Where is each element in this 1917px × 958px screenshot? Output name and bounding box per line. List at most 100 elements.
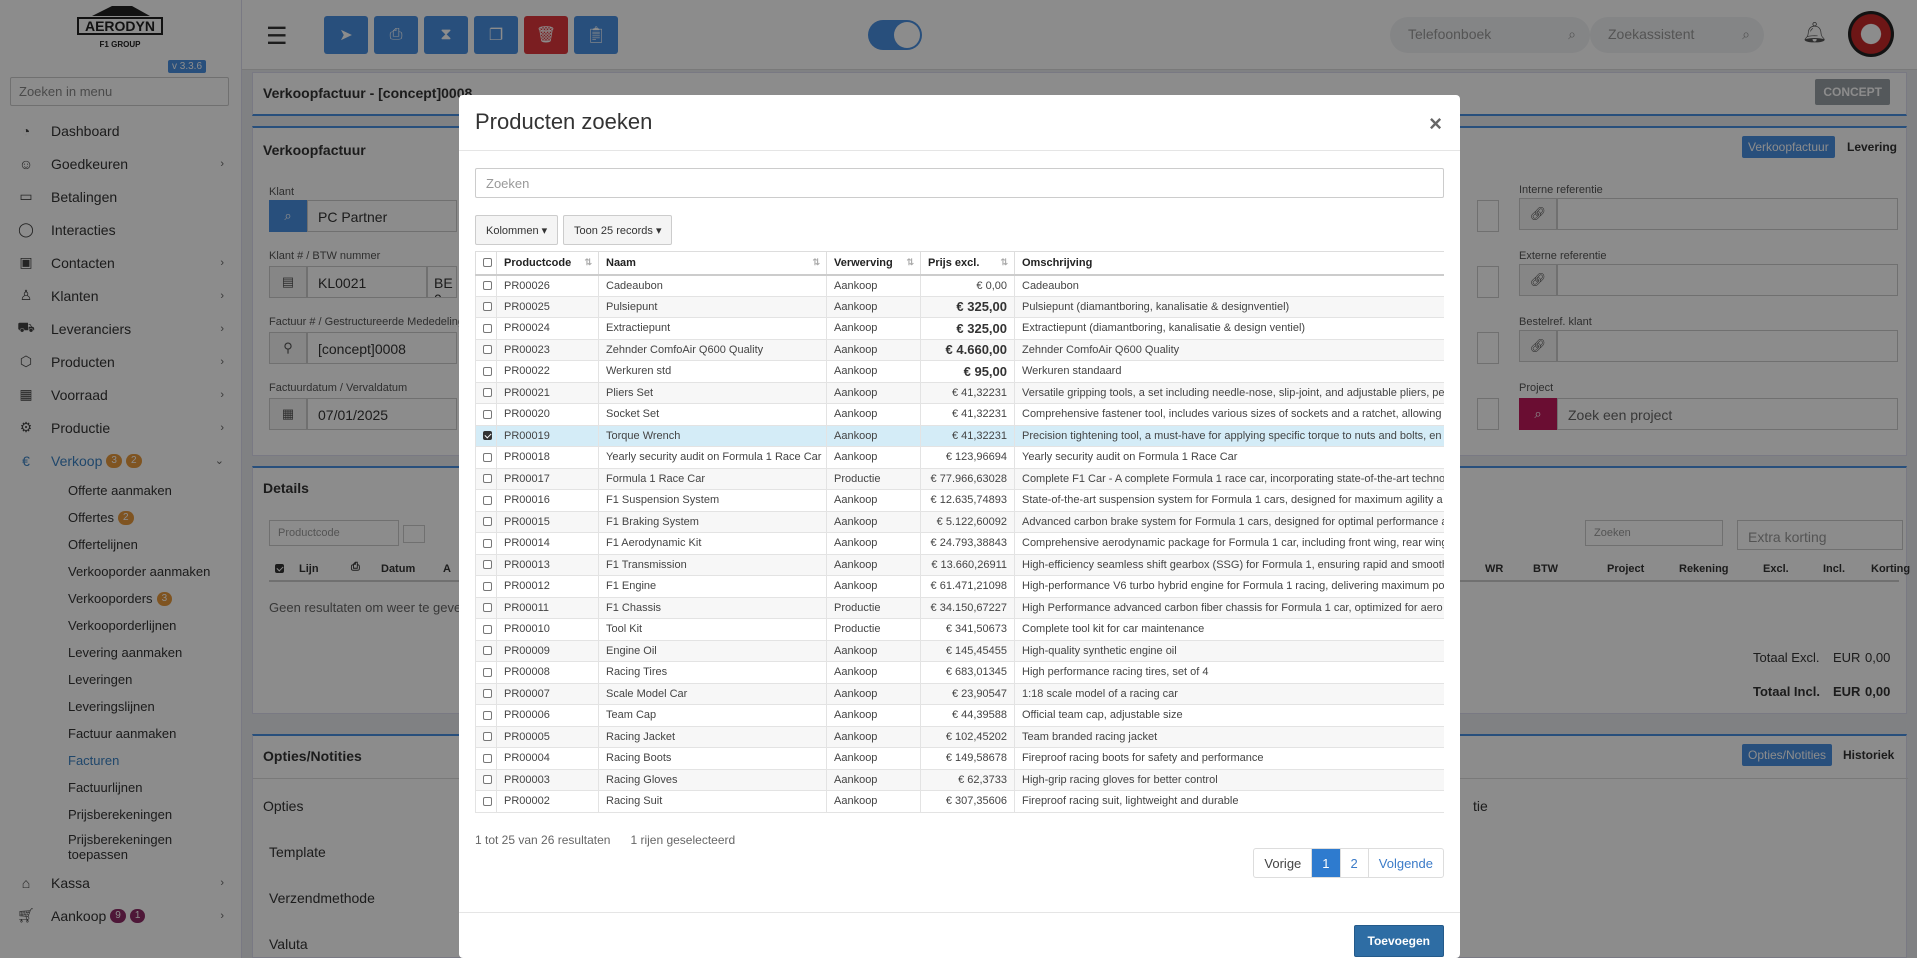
row-select-cell[interactable]	[475, 618, 497, 641]
row-select-cell[interactable]	[475, 489, 497, 512]
row-checkbox[interactable]	[483, 323, 492, 333]
table-row[interactable]: PR00022 Werkuren std Aankoop € 95,00 Werkure…	[475, 360, 1444, 383]
cell-verwerving: Aankoop	[826, 747, 921, 770]
row-checkbox[interactable]	[483, 689, 492, 699]
table-row[interactable]: PR00024 Extractiepunt Aankoop € 325,00 Extra…	[475, 317, 1444, 340]
row-checkbox[interactable]	[483, 452, 492, 462]
row-select-cell[interactable]	[475, 553, 497, 576]
select-all-checkbox[interactable]	[483, 258, 492, 268]
table-row[interactable]: PR00012 F1 Engine Aankoop € 61.471,21098 Hig…	[475, 575, 1444, 598]
row-checkbox[interactable]	[483, 495, 492, 505]
cell-productcode: PR00014	[496, 532, 599, 555]
table-row[interactable]: PR00002 Racing Suit Aankoop € 307,35606 Fire…	[475, 790, 1444, 813]
row-select-cell[interactable]	[475, 295, 497, 318]
cell-omschrijving: High-grip racing gloves for better contr…	[1014, 768, 1444, 791]
table-row[interactable]: PR00019 Torque Wrench Aankoop € 41,32231 Pre…	[475, 424, 1444, 447]
columns-dropdown[interactable]: Kolommen ▾	[475, 215, 559, 245]
row-checkbox[interactable]	[483, 345, 492, 355]
row-checkbox[interactable]	[483, 646, 492, 656]
table-row[interactable]: PR00018 Yearly security audit on Formula …	[475, 446, 1444, 469]
row-checkbox[interactable]	[483, 603, 492, 613]
table-row[interactable]: PR00005 Racing Jacket Aankoop € 102,45202 Te…	[475, 725, 1444, 748]
row-checkbox[interactable]	[483, 775, 492, 785]
row-checkbox[interactable]	[483, 710, 492, 720]
table-row[interactable]: PR00003 Racing Gloves Aankoop € 62,3733 High…	[475, 768, 1444, 791]
table-row[interactable]: PR00014 F1 Aerodynamic Kit Aankoop € 24.793…	[475, 532, 1444, 555]
row-select-cell[interactable]	[475, 403, 497, 426]
row-checkbox[interactable]	[483, 581, 492, 591]
row-checkbox[interactable]	[483, 753, 492, 763]
table-row[interactable]: PR00021 Pliers Set Aankoop € 41,32231 Versat…	[475, 381, 1444, 404]
row-checkbox[interactable]	[483, 732, 492, 742]
cell-verwerving: Aankoop	[826, 704, 921, 727]
row-select-cell[interactable]	[475, 510, 497, 533]
table-row[interactable]: PR00023 Zehnder ComfoAir Q600 Quality Aank…	[475, 338, 1444, 361]
col-omschrijving[interactable]: Omschrijving	[1014, 251, 1444, 276]
row-checkbox[interactable]	[483, 538, 492, 548]
pager-page-1[interactable]: 1	[1311, 849, 1340, 877]
row-select-cell[interactable]	[475, 575, 497, 598]
pager-prev[interactable]: Vorige	[1254, 849, 1311, 877]
table-row[interactable]: PR00025 Pulsiepunt Aankoop € 325,00 Pulsiepu…	[475, 295, 1444, 318]
product-search-input[interactable]: Zoeken	[475, 168, 1444, 198]
table-row[interactable]: PR00008 Racing Tires Aankoop € 683,01345 Hig…	[475, 661, 1444, 684]
row-select-cell[interactable]	[475, 424, 497, 447]
row-checkbox[interactable]	[483, 302, 492, 312]
row-checkbox[interactable]	[483, 560, 492, 570]
pager-next[interactable]: Volgende	[1367, 849, 1443, 877]
row-select-cell[interactable]	[475, 768, 497, 791]
table-row[interactable]: PR00010 Tool Kit Productie € 341,50673 Compl…	[475, 618, 1444, 641]
row-select-cell[interactable]	[475, 790, 497, 813]
cell-verwerving: Aankoop	[826, 768, 921, 791]
col-prijs-excl[interactable]: Prijs excl. ⇅	[920, 251, 1015, 276]
row-select-cell[interactable]	[475, 381, 497, 404]
close-icon[interactable]: ×	[1429, 111, 1442, 137]
row-checkbox[interactable]	[483, 517, 492, 527]
row-checkbox[interactable]	[483, 474, 492, 484]
row-checkbox[interactable]	[483, 624, 492, 634]
products-table-wrapper[interactable]: Productcode ⇅ Naam ⇅ Verwerving ⇅ Prijs exc…	[475, 251, 1444, 817]
table-row[interactable]: PR00017 Formula 1 Race Car Productie € 77.9…	[475, 467, 1444, 490]
table-row[interactable]: PR00020 Socket Set Aankoop € 41,32231 Compre…	[475, 403, 1444, 426]
row-select-cell[interactable]	[475, 639, 497, 662]
row-checkbox[interactable]	[483, 431, 492, 441]
cell-naam: Cadeaubon	[598, 274, 827, 297]
row-select-cell[interactable]	[475, 338, 497, 361]
table-row[interactable]: PR00006 Team Cap Aankoop € 44,39588 Official…	[475, 704, 1444, 727]
row-select-cell[interactable]	[475, 704, 497, 727]
pager-page-2[interactable]: 2	[1339, 849, 1368, 877]
cell-omschrijving: Advanced carbon brake system for Formula…	[1014, 510, 1444, 533]
row-select-cell[interactable]	[475, 317, 497, 340]
col-productcode[interactable]: Productcode ⇅	[496, 251, 599, 276]
row-checkbox[interactable]	[483, 388, 492, 398]
table-row[interactable]: PR00009 Engine Oil Aankoop € 145,45455 High-…	[475, 639, 1444, 662]
table-row[interactable]: PR00015 F1 Braking System Aankoop € 5.122,6…	[475, 510, 1444, 533]
select-all-cell[interactable]	[475, 251, 497, 276]
table-row[interactable]: PR00026 Cadeaubon Aankoop € 0,00 Cadeaubon	[475, 274, 1444, 297]
row-checkbox[interactable]	[483, 409, 492, 419]
row-select-cell[interactable]	[475, 747, 497, 770]
table-row[interactable]: PR00004 Racing Boots Aankoop € 149,58678 Fir…	[475, 747, 1444, 770]
row-checkbox[interactable]	[483, 667, 492, 677]
row-select-cell[interactable]	[475, 661, 497, 684]
row-select-cell[interactable]	[475, 596, 497, 619]
row-select-cell[interactable]	[475, 360, 497, 383]
page-size-dropdown[interactable]: Toon 25 records ▾	[563, 215, 673, 245]
table-row[interactable]: PR00007 Scale Model Car Aankoop € 23,90547 1…	[475, 682, 1444, 705]
row-select-cell[interactable]	[475, 467, 497, 490]
table-row[interactable]: PR00016 F1 Suspension System Aankoop € 12.6…	[475, 489, 1444, 512]
row-checkbox[interactable]	[483, 796, 492, 806]
table-row[interactable]: PR00013 F1 Transmission Aankoop € 13.660,26…	[475, 553, 1444, 576]
cell-verwerving: Aankoop	[826, 274, 921, 297]
col-naam[interactable]: Naam ⇅	[598, 251, 827, 276]
add-button[interactable]: Toevoegen	[1353, 925, 1444, 957]
row-select-cell[interactable]	[475, 446, 497, 469]
row-select-cell[interactable]	[475, 532, 497, 555]
row-select-cell[interactable]	[475, 725, 497, 748]
row-checkbox[interactable]	[483, 366, 492, 376]
table-row[interactable]: PR00011 F1 Chassis Productie € 34.150,67227…	[475, 596, 1444, 619]
row-checkbox[interactable]	[483, 281, 492, 291]
row-select-cell[interactable]	[475, 274, 497, 297]
row-select-cell[interactable]	[475, 682, 497, 705]
col-verwerving[interactable]: Verwerving ⇅	[826, 251, 921, 276]
